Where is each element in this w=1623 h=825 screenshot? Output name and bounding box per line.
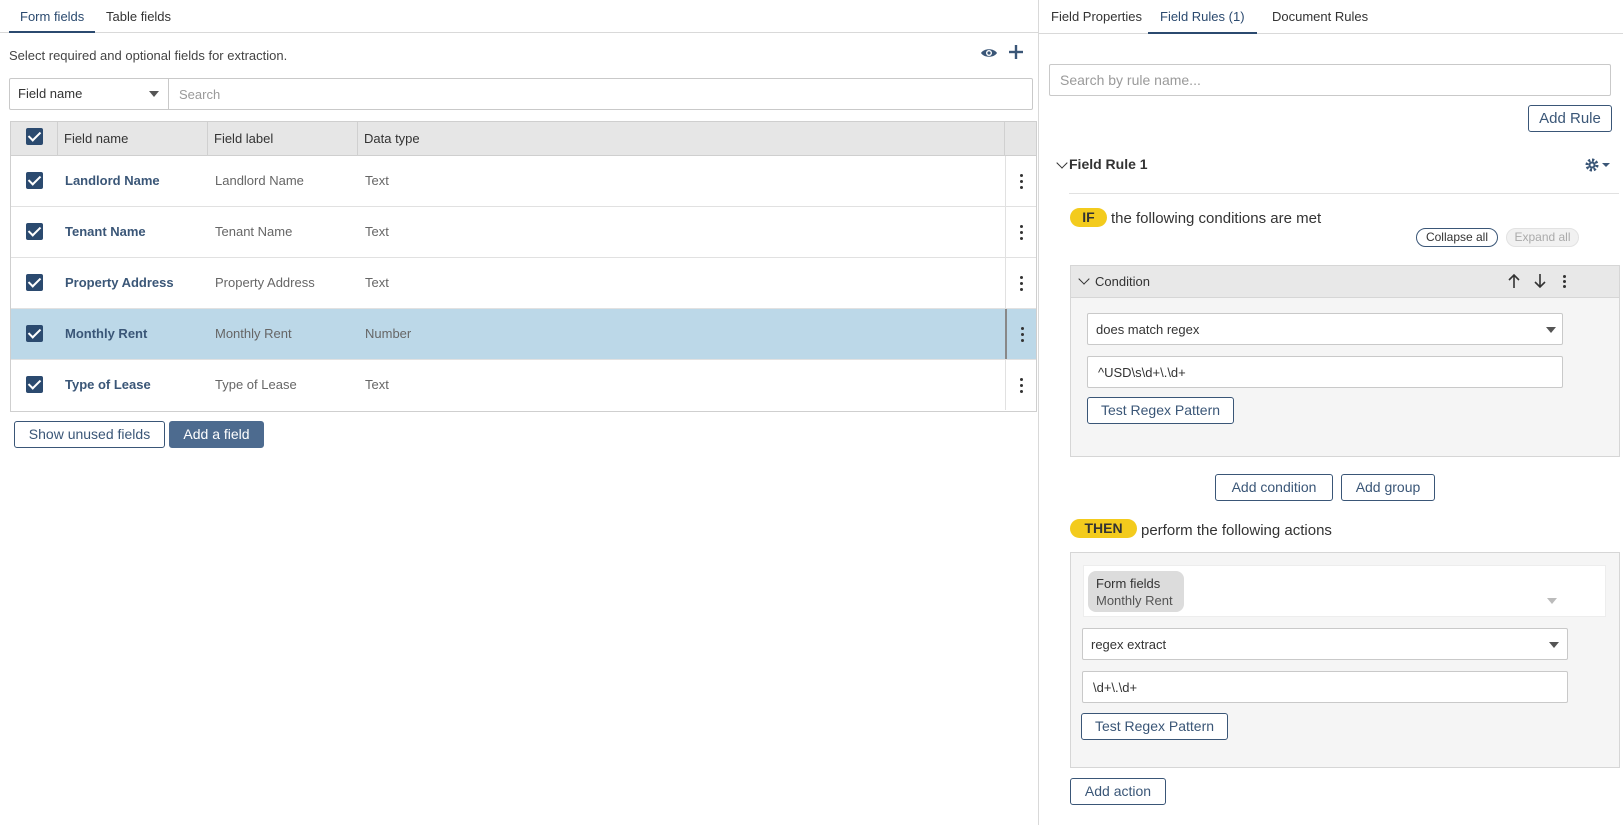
column-header-field-name[interactable]: Field name (58, 122, 208, 156)
rules-panel: Field Properties Field Rules (1) Documen… (1039, 0, 1623, 825)
caret-down-icon (1549, 642, 1559, 648)
kebab-icon[interactable] (1005, 207, 1036, 257)
fields-table: Field name Field label Data type Landlor… (10, 121, 1037, 412)
caret-down-icon (1546, 327, 1556, 333)
extraction-hint: Select required and optional fields for … (9, 48, 288, 63)
kebab-icon[interactable] (1563, 275, 1566, 289)
table-header: Field name Field label Data type (11, 122, 1036, 156)
form-fields-panel: Form fields Table fields Select required… (0, 0, 1038, 825)
add-action-button[interactable]: Add action (1070, 778, 1166, 805)
add-rule-button[interactable]: Add Rule (1528, 105, 1612, 132)
field-label: Type of Lease (215, 377, 297, 392)
field-label: Property Address (215, 275, 315, 290)
field-name[interactable]: Property Address (65, 258, 174, 308)
kebab-icon[interactable] (1005, 156, 1036, 206)
action-pattern-input[interactable] (1082, 671, 1568, 703)
action-target-select[interactable]: Form fields Monthly Rent (1083, 565, 1606, 617)
chevron-down-icon[interactable] (1078, 273, 1090, 285)
tab-table-fields[interactable]: Table fields (95, 0, 182, 33)
arrow-up-icon[interactable] (1507, 273, 1521, 289)
tab-field-rules[interactable]: Field Rules (1) (1148, 0, 1257, 34)
add-condition-button[interactable]: Add condition (1215, 474, 1333, 501)
kebab-icon[interactable] (1005, 309, 1036, 359)
test-regex-button[interactable]: Test Regex Pattern (1087, 397, 1234, 424)
table-row[interactable]: Tenant Name Tenant Name Text (11, 207, 1036, 258)
chevron-down-icon[interactable] (1056, 157, 1068, 169)
plus-icon[interactable] (1008, 44, 1024, 60)
test-regex-button[interactable]: Test Regex Pattern (1081, 713, 1228, 740)
field-data-type: Text (365, 377, 389, 392)
field-name[interactable]: Landlord Name (65, 156, 160, 206)
target-field-chip[interactable]: Form fields Monthly Rent (1088, 571, 1184, 612)
field-search-input[interactable] (170, 79, 1030, 109)
condition-operator-select[interactable]: does match regex (1087, 313, 1563, 345)
action-operation-select[interactable]: regex extract (1082, 628, 1568, 660)
field-name[interactable]: Monthly Rent (65, 309, 147, 359)
row-checkbox[interactable] (26, 172, 43, 189)
collapse-all-button[interactable]: Collapse all (1416, 228, 1498, 247)
field-label: Monthly Rent (215, 326, 292, 341)
caret-down-icon (149, 91, 159, 97)
action-card: Form fields Monthly Rent regex extract T… (1070, 552, 1620, 768)
field-name[interactable]: Tenant Name (65, 207, 146, 257)
field-data-type: Text (365, 173, 389, 188)
chip-field: Monthly Rent (1096, 593, 1173, 608)
if-description: the following conditions are met (1111, 210, 1322, 227)
tab-field-properties[interactable]: Field Properties (1039, 0, 1154, 34)
right-tab-bar: Field Properties Field Rules (1) Documen… (1039, 0, 1623, 34)
if-pill: IF (1070, 208, 1107, 227)
field-data-type: Text (365, 275, 389, 290)
field-filter: Field name (9, 78, 1033, 110)
condition-title: Condition (1095, 274, 1150, 289)
kebab-icon[interactable] (1005, 360, 1036, 410)
row-checkbox[interactable] (26, 376, 43, 393)
operation-value: regex extract (1091, 637, 1167, 652)
field-label: Landlord Name (215, 173, 304, 188)
filter-field-select[interactable]: Field name (10, 79, 169, 109)
table-row[interactable]: Type of Lease Type of Lease Text (11, 360, 1036, 411)
show-unused-fields-button[interactable]: Show unused fields (14, 421, 165, 448)
kebab-icon[interactable] (1005, 258, 1036, 308)
column-header-data-type[interactable]: Data type (358, 122, 1005, 156)
rule-search-input[interactable] (1049, 64, 1611, 96)
row-checkbox[interactable] (26, 274, 43, 291)
rule-divider (1069, 193, 1619, 194)
field-label: Tenant Name (215, 224, 293, 239)
table-row[interactable]: Property Address Property Address Text (11, 258, 1036, 309)
select-all-cell (11, 122, 58, 156)
then-pill: THEN (1070, 519, 1137, 538)
condition-pattern-input[interactable] (1087, 356, 1563, 388)
field-data-type: Text (365, 224, 389, 239)
add-field-button[interactable]: Add a field (169, 421, 264, 448)
field-name[interactable]: Type of Lease (65, 360, 151, 410)
table-row-selected[interactable]: Monthly Rent Monthly Rent Number (11, 309, 1036, 360)
select-all-checkbox[interactable] (26, 128, 43, 145)
rule-title[interactable]: Field Rule 1 (1069, 156, 1148, 172)
chip-category: Form fields (1096, 576, 1161, 591)
then-description: perform the following actions (1141, 522, 1332, 539)
expand-all-button[interactable]: Expand all (1506, 228, 1579, 247)
row-checkbox[interactable] (26, 223, 43, 240)
filter-select-value: Field name (18, 86, 83, 101)
table-row[interactable]: Landlord Name Landlord Name Text (11, 156, 1036, 207)
condition-card: Condition does match regex Test Regex Pa… (1070, 265, 1620, 457)
operator-value: does match regex (1096, 322, 1200, 337)
condition-header[interactable]: Condition (1071, 266, 1619, 298)
left-tab-bar: Form fields Table fields (0, 0, 1038, 33)
add-group-button[interactable]: Add group (1341, 474, 1435, 501)
arrow-down-icon[interactable] (1533, 273, 1547, 289)
eye-icon[interactable] (980, 46, 998, 60)
caret-down-icon (1547, 598, 1557, 604)
column-header-field-label[interactable]: Field label (208, 122, 358, 156)
gear-icon[interactable] (1584, 157, 1612, 173)
tab-form-fields[interactable]: Form fields (9, 0, 96, 33)
row-checkbox[interactable] (26, 325, 43, 342)
tab-document-rules[interactable]: Document Rules (1260, 0, 1380, 34)
field-data-type: Number (365, 326, 412, 341)
